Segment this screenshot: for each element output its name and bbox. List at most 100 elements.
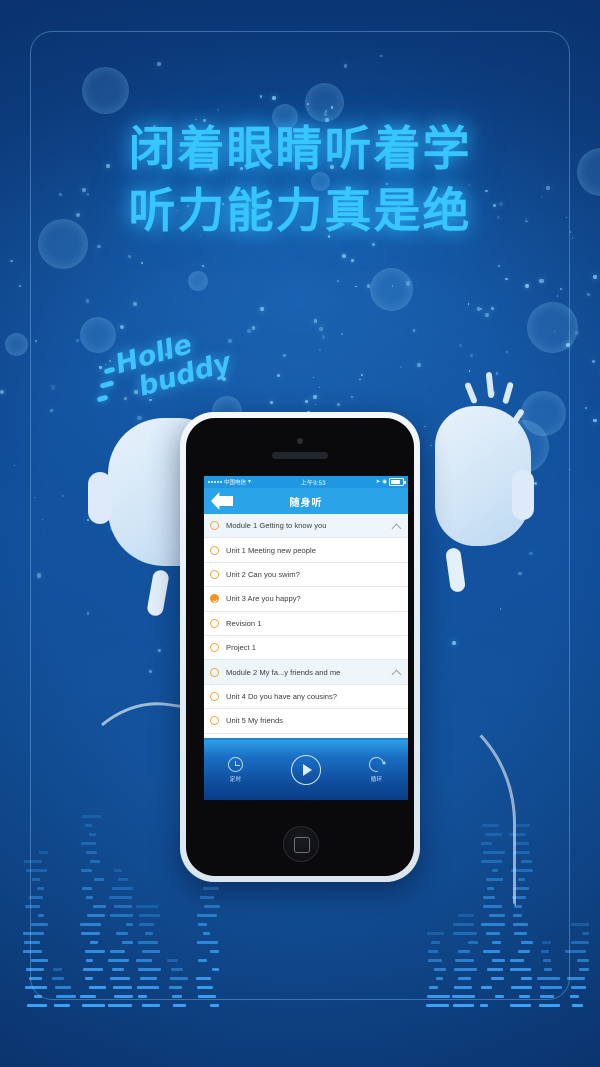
equalizer-segment: [167, 959, 178, 962]
equalizer-segment: [428, 950, 438, 953]
particle-dot: [399, 365, 402, 368]
particle-dot: [318, 349, 321, 352]
equalizer-segment: [454, 968, 477, 971]
equalizer-segment: [142, 1004, 160, 1007]
particle-dot: [459, 344, 462, 347]
equalizer-segment: [32, 878, 40, 881]
lesson-label: Revision 1: [226, 618, 262, 628]
equalizer-segment: [113, 986, 132, 989]
equalizer-segment: [24, 860, 42, 863]
lesson-label: Module 2 My fa...y friends and me: [226, 667, 341, 677]
particle-dot: [506, 351, 508, 353]
particle-dot: [202, 264, 204, 267]
equalizer-segment: [142, 950, 160, 953]
equalizer-segment: [172, 995, 182, 998]
player-toolbar: 定时 循环: [204, 738, 408, 800]
equalizer-segment: [54, 1004, 70, 1007]
lesson-row[interactable]: Unit 2 Can you swim?: [204, 562, 408, 588]
loop-button[interactable]: 循环: [366, 754, 387, 783]
equalizer-segment: [85, 977, 93, 980]
equalizer-segment: [427, 932, 444, 935]
equalizer-segment: [540, 986, 562, 989]
particle-dot: [587, 292, 591, 296]
equalizer-segment: [29, 977, 42, 980]
empty-circle-icon: [210, 521, 219, 531]
timer-button[interactable]: 定时: [228, 757, 243, 783]
equalizer-segment: [453, 923, 474, 926]
lesson-label: Unit 5 My friends: [226, 716, 283, 726]
navigation-bar: 随身听: [204, 488, 408, 514]
equalizer-segment: [453, 932, 477, 935]
headline-line-2: 听力能力真是绝: [128, 184, 472, 238]
front-camera-icon: [297, 438, 303, 444]
play-button[interactable]: [291, 755, 321, 785]
particle-dot: [132, 301, 137, 306]
bokeh-circle: [188, 271, 208, 291]
equalizer-segment: [29, 896, 43, 899]
equalizer-segment: [571, 923, 589, 926]
lesson-row[interactable]: Unit 4 Do you have any cousins?: [204, 684, 408, 710]
phone-screen: 中国电信 ▾ 上午9:53 ➤ ◉ 随身听 Module 1 Getting t…: [204, 476, 408, 800]
equalizer-segment: [39, 851, 48, 854]
equalizer-segment: [196, 977, 211, 980]
equalizer-segment: [516, 824, 530, 827]
equalizer-segment: [31, 923, 48, 926]
home-square-icon: [294, 837, 310, 853]
equalizer-segment: [140, 977, 157, 980]
equalizer-segment: [541, 950, 549, 953]
equalizer-segment: [139, 923, 154, 926]
home-button[interactable]: [283, 826, 319, 862]
particle-dot: [251, 326, 256, 330]
equalizer-segment: [455, 959, 474, 962]
equalizer-segment: [112, 887, 133, 890]
equalizer-segment: [81, 932, 100, 935]
equalizer-segment: [454, 986, 472, 989]
module-row[interactable]: Module 1 Getting to know you: [204, 514, 408, 539]
module-row[interactable]: Module 2 My fa...y friends and me: [204, 660, 408, 685]
equalizer-segment: [200, 896, 214, 899]
status-bar-right: ➤ ◉: [376, 478, 406, 486]
chevron-up-icon[interactable]: [391, 669, 402, 680]
equalizer-segment: [56, 995, 76, 998]
lesson-row[interactable]: Unit 1 Meeting new people: [204, 538, 408, 563]
particle-dot: [260, 306, 265, 311]
equalizer-segment: [26, 869, 47, 872]
equalizer-segment: [486, 932, 500, 935]
equalizer-segment: [427, 995, 450, 998]
headphone-right-pad: [512, 470, 534, 520]
lesson-row[interactable]: Unit 5 My friends: [204, 709, 408, 734]
equalizer-segment: [428, 959, 442, 962]
equalizer-segment: [577, 959, 589, 962]
lesson-label: Unit 2 Can you swim?: [226, 569, 300, 579]
chevron-up-icon[interactable]: [391, 523, 402, 534]
equalizer-segment: [570, 995, 579, 998]
lesson-row[interactable]: Revision 1: [204, 611, 408, 636]
equalizer-segment: [25, 905, 40, 908]
equalizer-segment: [86, 896, 93, 899]
lesson-label: Unit 3 Are you happy?: [226, 594, 301, 604]
equalizer-segment: [110, 950, 125, 953]
equalizer-segment: [80, 995, 96, 998]
equalizer-segment: [212, 968, 219, 971]
particle-dot: [75, 338, 79, 342]
phone-face: 中国电信 ▾ 上午9:53 ➤ ◉ 随身听 Module 1 Getting t…: [186, 418, 414, 876]
bokeh-circle: [82, 67, 129, 114]
equalizer-segment: [567, 977, 585, 980]
equalizer-segment: [198, 923, 207, 926]
equalizer-segment: [542, 941, 551, 944]
equalizer-segment: [487, 968, 503, 971]
lesson-row[interactable]: Project 1: [204, 635, 408, 661]
particle-dot: [318, 386, 321, 388]
equalizer-segment: [204, 905, 220, 908]
empty-circle-icon: [210, 667, 219, 677]
loop-label: 循环: [370, 777, 383, 783]
equalizer-segment: [26, 968, 44, 971]
lesson-list[interactable]: Module 1 Getting to know you Unit 1 Meeti…: [204, 514, 408, 758]
equalizer-segment: [110, 977, 130, 980]
equalizer-column: [52, 958, 78, 1007]
equalizer-column: [536, 931, 562, 1007]
equalizer-segment: [89, 986, 106, 989]
particle-dot: [319, 327, 323, 331]
lesson-row[interactable]: Unit 3 Are you happy?: [204, 587, 408, 612]
particle-dot: [351, 259, 354, 263]
